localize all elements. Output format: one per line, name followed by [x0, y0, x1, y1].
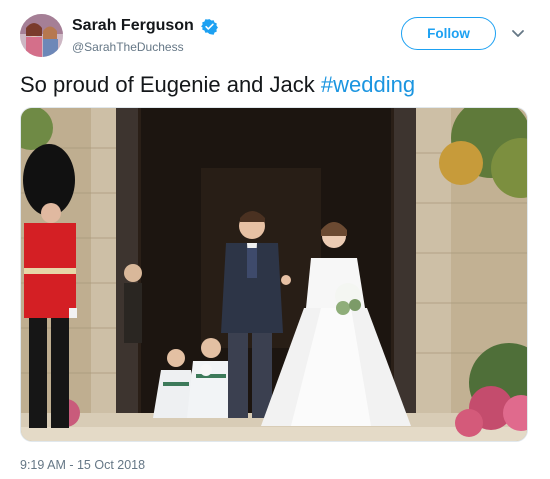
- avatar[interactable]: [20, 14, 63, 57]
- verified-badge-icon: [201, 18, 219, 35]
- follow-button[interactable]: Follow: [401, 17, 496, 50]
- hashtag-link[interactable]: #wedding: [321, 72, 415, 97]
- display-name[interactable]: Sarah Ferguson: [72, 16, 194, 36]
- name-block: Sarah Ferguson @SarahTheDuchess: [72, 16, 219, 56]
- chevron-down-icon[interactable]: [510, 25, 526, 41]
- tweet-timestamp[interactable]: 9:19 AM - 15 Oct 2018: [20, 458, 145, 472]
- tweet-text: So proud of Eugenie and Jack #wedding: [20, 70, 415, 100]
- tweet-header: Sarah Ferguson @SarahTheDuchess Follow: [20, 14, 532, 58]
- tweet-photo[interactable]: [20, 107, 528, 442]
- wedding-photo: [21, 108, 527, 441]
- tweet-body: So proud of Eugenie and Jack: [20, 72, 321, 97]
- user-handle[interactable]: @SarahTheDuchess: [72, 38, 218, 56]
